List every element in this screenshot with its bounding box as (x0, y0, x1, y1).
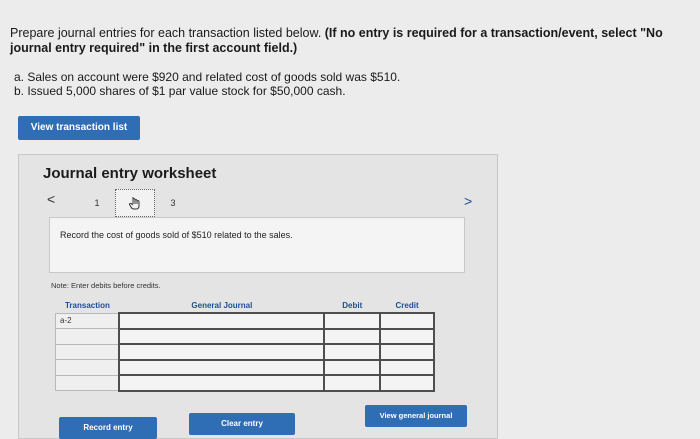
clear-entry-button[interactable]: Clear entry (189, 413, 295, 435)
prev-arrow-icon[interactable]: < (47, 191, 55, 207)
column-header-general-journal: General Journal (119, 299, 325, 313)
hand-pointer-icon (128, 197, 140, 210)
page-3-button[interactable]: 3 (159, 198, 187, 208)
account-field[interactable] (118, 312, 326, 330)
debit-credit-note: Note: Enter debits before credits. (51, 281, 161, 290)
table-row (55, 374, 435, 392)
debit-field[interactable] (323, 312, 382, 330)
column-header-transaction: Transaction (55, 299, 120, 313)
credit-field[interactable] (379, 327, 435, 345)
credit-field[interactable] (379, 312, 435, 330)
page-1-button[interactable]: 1 (83, 198, 111, 208)
view-general-journal-button[interactable]: View general journal (365, 405, 467, 427)
record-entry-button[interactable]: Record entry (59, 417, 157, 439)
account-field[interactable] (118, 327, 326, 345)
transaction-cell (55, 374, 120, 391)
column-header-debit: Debit (324, 299, 381, 313)
debit-field[interactable] (323, 358, 382, 376)
entry-description: Record the cost of goods sold of $510 re… (60, 230, 293, 240)
next-arrow-icon[interactable]: > (464, 193, 472, 209)
worksheet-title: Journal entry worksheet (43, 165, 217, 182)
instructions: Prepare journal entries for each transac… (10, 26, 690, 56)
credit-field[interactable] (379, 358, 435, 376)
instructions-lead: Prepare journal entries for each transac… (10, 26, 325, 40)
view-transaction-list-button[interactable]: View transaction list (18, 116, 140, 140)
transaction-item-a: a. Sales on account were $920 and relate… (14, 70, 401, 84)
transaction-cell (55, 328, 120, 345)
debit-field[interactable] (323, 327, 382, 345)
table-row (55, 327, 435, 345)
credit-field[interactable] (379, 374, 435, 392)
table-row (55, 358, 435, 376)
table-row: a-2 (55, 312, 435, 330)
table-row (55, 343, 435, 361)
journal-table: Transaction General Journal Debit Credit… (55, 299, 435, 392)
credit-field[interactable] (379, 343, 435, 361)
transaction-item-b: b. Issued 5,000 shares of $1 par value s… (14, 84, 346, 98)
debit-field[interactable] (323, 374, 382, 392)
current-page-button[interactable] (115, 189, 155, 217)
entry-description-box: Record the cost of goods sold of $510 re… (49, 217, 465, 273)
transaction-items: a. Sales on account were $920 and relate… (14, 70, 400, 98)
worksheet-pager: 1 3 (83, 189, 187, 217)
column-header-credit: Credit (380, 299, 434, 313)
account-field[interactable] (118, 358, 326, 376)
journal-entry-worksheet: Journal entry worksheet < 1 3 > Record t… (18, 154, 498, 439)
account-field[interactable] (118, 343, 326, 361)
transaction-cell: a-2 (55, 312, 120, 329)
transaction-cell (55, 343, 120, 360)
account-field[interactable] (118, 374, 326, 392)
debit-field[interactable] (323, 343, 382, 361)
transaction-cell (55, 359, 120, 376)
